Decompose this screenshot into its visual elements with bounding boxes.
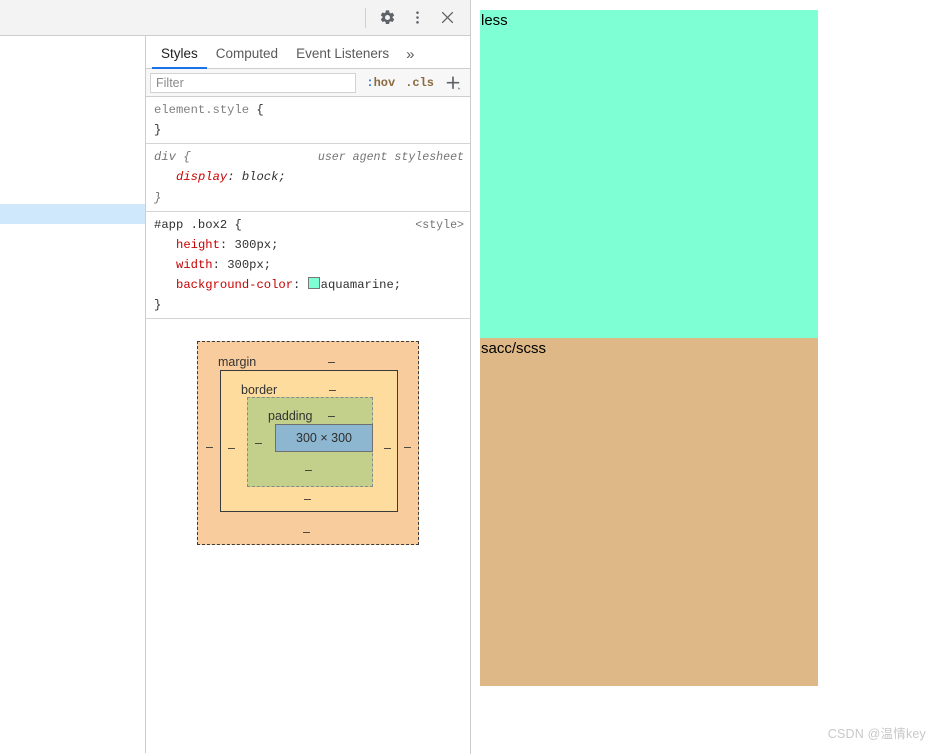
open-brace: { [256, 103, 264, 117]
css-rule-header: #app .box2 { <style> [154, 215, 464, 235]
box-model-content-area[interactable]: 300 × 300 [275, 424, 373, 453]
close-brace: } [154, 298, 162, 313]
box-model-margin-top-value[interactable]: – [328, 356, 335, 369]
box-model-margin-label: margin [218, 355, 257, 370]
toolbar-divider [365, 7, 366, 28]
tab-event-listeners[interactable]: Event Listeners [287, 46, 398, 68]
box-model-padding-left-value[interactable]: – [255, 437, 262, 450]
hov-colon: : [366, 75, 374, 90]
css-rule-selector-and-brace[interactable]: div { [154, 147, 191, 167]
css-rule-origin[interactable]: user agent stylesheet [318, 148, 464, 167]
box-model-padding-label: padding [268, 409, 313, 424]
box-model-content-size: 300 × 300 [296, 431, 352, 446]
page-box-less: less [480, 10, 818, 338]
css-declaration[interactable]: display: block; [154, 167, 464, 187]
box-model-border-left-value[interactable]: – [228, 442, 235, 455]
page-box-less-label: less [481, 12, 508, 29]
css-rule-selector[interactable]: #app .box2 [154, 218, 227, 232]
box-model-border-label: border [241, 383, 278, 398]
css-rule-element-style[interactable]: element.style { } [146, 97, 470, 145]
css-declaration[interactable]: background-color: aquamarine; [154, 275, 464, 295]
box-model-border-bottom-value[interactable]: – [304, 493, 311, 506]
css-colon: : [212, 257, 228, 272]
box-model-margin-bottom-value[interactable]: – [303, 526, 310, 539]
cls-toggle-button[interactable]: .cls [405, 76, 434, 90]
tabs-overflow-chevron-icon[interactable]: » [398, 46, 422, 68]
css-property-value[interactable]: block; [242, 170, 286, 184]
plus-icon [446, 75, 461, 89]
close-brace: } [154, 190, 162, 205]
box-model-section: margin – – – – border – – – – padding – [146, 319, 470, 546]
css-rule-app-box2[interactable]: #app .box2 { <style> height: 300px; widt… [146, 212, 470, 320]
styles-pane: Styles Computed Event Listeners » :hov .… [146, 36, 470, 753]
box-model-border-area[interactable]: border – – – – padding – – – – 300 × [220, 370, 398, 513]
box-model-border-top-value[interactable]: – [329, 384, 336, 397]
box-model-margin-right-value[interactable]: – [404, 441, 411, 454]
css-colon: : [219, 237, 235, 252]
css-declaration[interactable]: width: 300px; [154, 255, 464, 275]
css-rule-div-user-agent[interactable]: div { user agent stylesheet display: blo… [146, 144, 470, 212]
devtools-main-split: Styles Computed Event Listeners » :hov .… [0, 36, 470, 753]
css-rule-selector-and-brace[interactable]: element.style { [154, 100, 264, 120]
styles-pane-tabs: Styles Computed Event Listeners » [146, 36, 470, 69]
dom-tree-selected-row[interactable] [0, 204, 145, 224]
devtools-panel: Styles Computed Event Listeners » :hov .… [0, 0, 471, 754]
tab-styles[interactable]: Styles [152, 46, 207, 69]
csdn-watermark: CSDN @温情key [827, 727, 926, 741]
css-rule-selector[interactable]: div [154, 150, 176, 164]
css-property-value[interactable]: aquamarine; [321, 278, 401, 292]
dom-tree-pane[interactable] [0, 36, 146, 753]
hov-label: hov [373, 75, 396, 90]
tab-computed[interactable]: Computed [207, 46, 287, 68]
more-options-button[interactable] [402, 4, 432, 32]
settings-gear-button[interactable] [372, 4, 402, 32]
box-model-border-right-value[interactable]: – [384, 442, 391, 455]
close-devtools-button[interactable] [432, 4, 462, 32]
tab-event-listeners-label: Event Listeners [296, 46, 390, 61]
css-property-name[interactable]: height [176, 238, 220, 252]
css-property-name[interactable]: background-color [176, 278, 293, 292]
close-icon [439, 9, 456, 26]
css-property-name[interactable]: display [176, 170, 227, 184]
css-property-value[interactable]: 300px; [227, 258, 271, 272]
css-rule-header: div { user agent stylesheet [154, 147, 464, 167]
box-model-margin-area[interactable]: margin – – – – border – – – – padding – [197, 341, 419, 546]
close-brace: } [154, 123, 162, 138]
page-box-sass-label: sacc/scss [481, 340, 547, 357]
three-dot-menu-icon [409, 9, 426, 26]
page-box-sass: sacc/scss [480, 338, 818, 686]
css-property-name[interactable]: width [176, 258, 213, 272]
box-model-margin-left-value[interactable]: – [206, 441, 213, 454]
gear-icon [379, 9, 396, 26]
color-swatch-icon[interactable] [307, 277, 320, 289]
box-model-padding-bottom-value[interactable]: – [305, 464, 312, 477]
box-model-padding-top-value[interactable]: – [328, 410, 335, 423]
css-rule-selector[interactable]: element.style [154, 103, 249, 117]
tab-computed-label: Computed [215, 46, 279, 61]
new-style-rule-button[interactable] [444, 74, 462, 92]
box-model-padding-area[interactable]: padding – – – – 300 × 300 [247, 397, 373, 488]
css-rule-selector-and-brace[interactable]: #app .box2 { [154, 215, 242, 235]
css-rule-origin[interactable]: <style> [415, 216, 464, 235]
css-declaration[interactable]: height: 300px; [154, 235, 464, 255]
styles-filter-row: :hov .cls [146, 69, 470, 97]
open-brace: { [234, 217, 242, 232]
css-colon: : [227, 170, 242, 185]
devtools-toolbar [0, 0, 470, 36]
hov-toggle-button[interactable]: :hov [366, 76, 395, 90]
css-property-value[interactable]: 300px; [235, 238, 279, 252]
cls-label: .cls [405, 75, 434, 90]
css-colon: : [293, 278, 308, 292]
tab-styles-label: Styles [161, 46, 198, 61]
css-rule-header: element.style { [154, 100, 464, 120]
css-rules-list: element.style { } div { user agent style… [146, 97, 470, 320]
open-brace: { [183, 150, 191, 165]
filter-input[interactable] [150, 72, 357, 93]
